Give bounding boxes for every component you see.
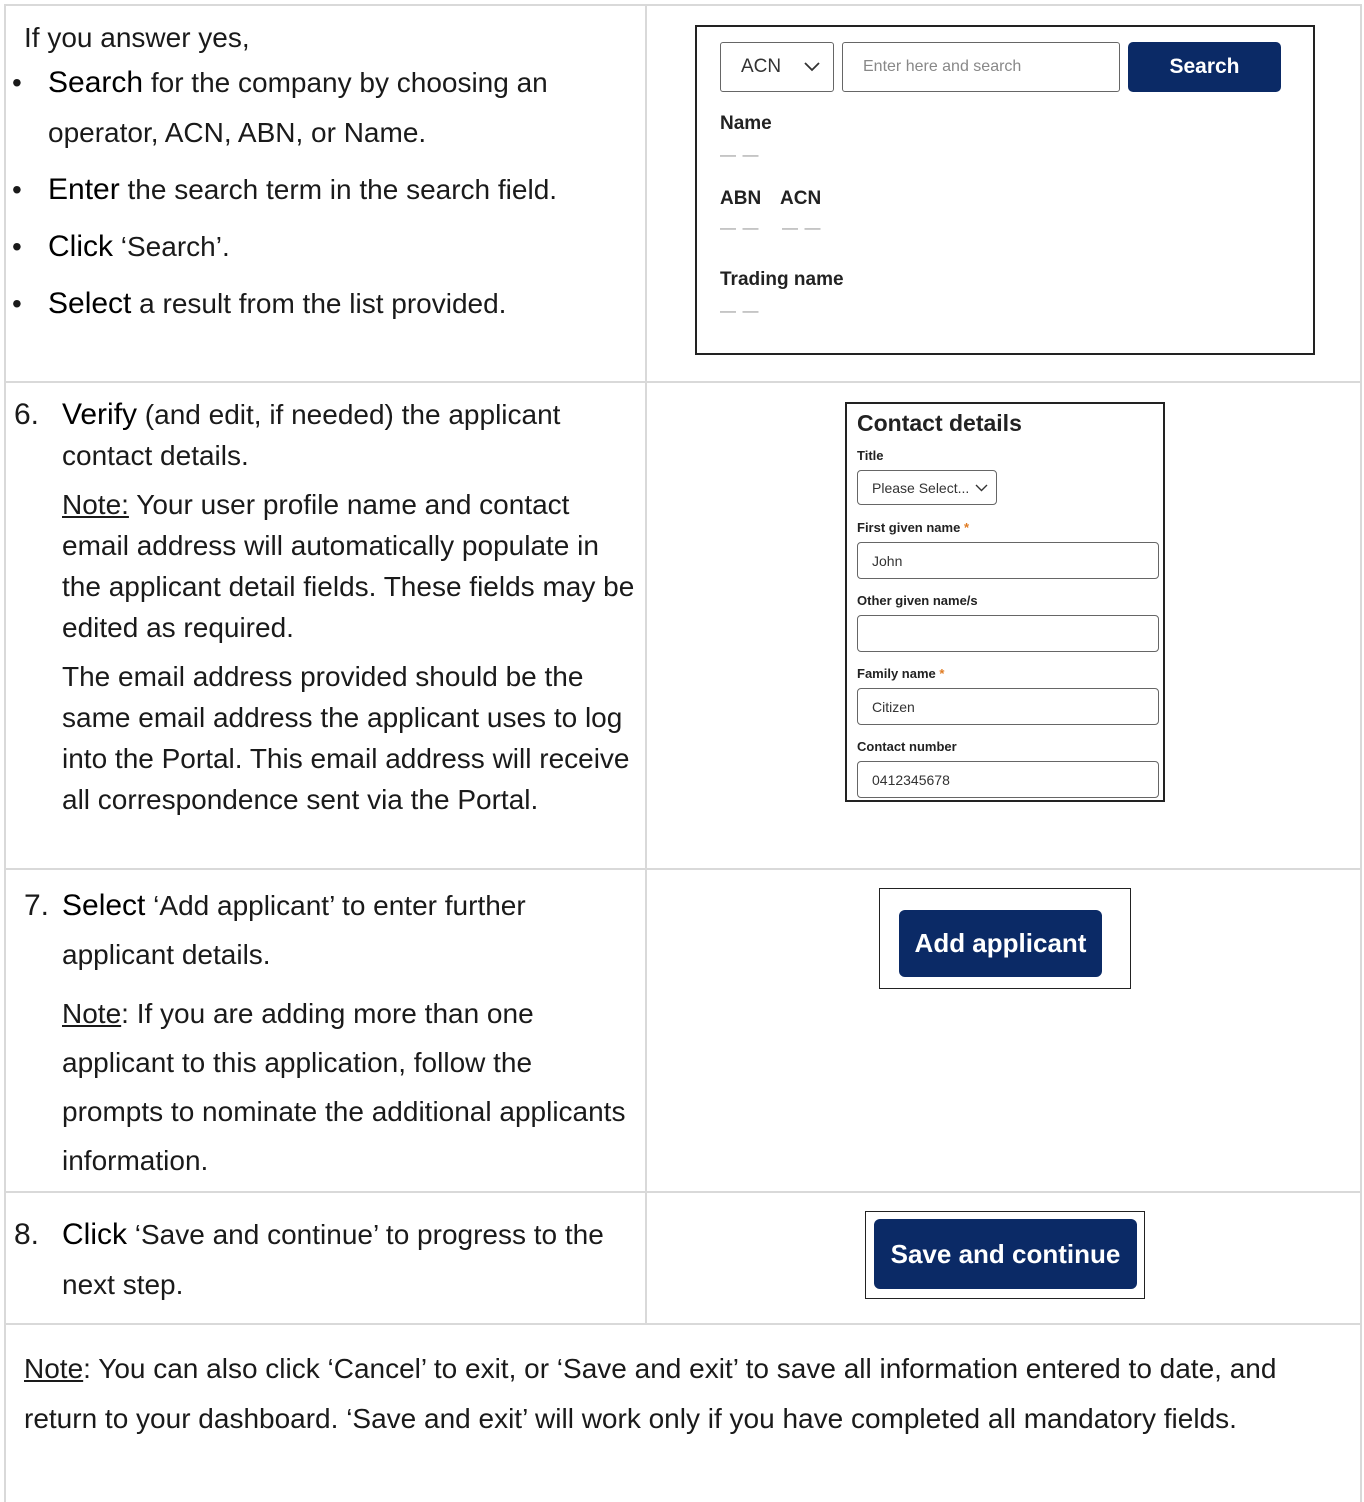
title-label: Title	[857, 448, 884, 463]
name-label: Name	[720, 113, 772, 134]
list-item: Select a result from the list provided.	[0, 279, 634, 329]
search-input[interactable]: Enter here and search	[842, 42, 1120, 92]
list-item: Search for the company by choosing an op…	[0, 58, 634, 158]
chevron-down-icon	[804, 62, 820, 72]
table-border-right	[1360, 4, 1362, 1502]
step6-main: Verify (and edit, if needed) the applica…	[62, 398, 561, 471]
search-button[interactable]: Search	[1128, 42, 1281, 92]
save-continue-mock: Save and continue	[865, 1211, 1145, 1299]
first-name-field[interactable]: John	[857, 542, 1159, 579]
row-divider	[4, 868, 1362, 870]
required-marker: *	[963, 520, 969, 535]
row-divider	[4, 1323, 1362, 1325]
step5-intro: If you answer yes,	[24, 22, 250, 53]
row-divider	[4, 1191, 1362, 1193]
table-border-top	[4, 4, 1362, 6]
step8-main: Click ‘Save and continue’ to progress to…	[62, 1218, 604, 1300]
list-item: Click ‘Search’.	[0, 222, 634, 272]
other-name-field[interactable]	[857, 615, 1159, 652]
row-divider	[4, 381, 1362, 383]
operator-select[interactable]: ACN	[720, 42, 834, 92]
contact-details-heading: Contact details	[857, 410, 1022, 436]
acn-label: ACN	[780, 188, 822, 209]
step7-instructions: 7. Select ‘Add applicant’ to enter furth…	[24, 881, 634, 1185]
step7-note: Note: If you are adding more than one ap…	[62, 998, 626, 1176]
column-divider	[645, 4, 647, 1324]
step5-instructions: If you answer yes, Search for the compan…	[12, 18, 634, 329]
trading-name-value: — —	[720, 303, 760, 320]
list-item: Enter the search term in the search fiel…	[0, 165, 634, 215]
save-and-continue-button[interactable]: Save and continue	[874, 1219, 1137, 1289]
footer-note: Note: You can also click ‘Cancel’ to exi…	[24, 1353, 1277, 1434]
other-name-label: Other given name/s	[857, 593, 978, 608]
step8-instructions: 8. Click ‘Save and continue’ to progress…	[14, 1210, 638, 1310]
step5-bullet-list: Search for the company by choosing an op…	[0, 58, 634, 329]
required-marker: *	[939, 666, 945, 681]
name-value: — —	[720, 147, 760, 164]
abn-value: — —	[720, 220, 760, 237]
company-search-mock: ACN Enter here and search Search Name — …	[695, 25, 1315, 355]
family-name-field[interactable]: Citizen	[857, 688, 1159, 725]
first-name-label: First given name *	[857, 520, 969, 535]
step-number: 7.	[24, 889, 50, 922]
step6-instructions: 6. Verify (and edit, if needed) the appl…	[14, 394, 638, 820]
family-name-label: Family name *	[857, 666, 945, 681]
step-number: 6.	[14, 398, 40, 431]
add-applicant-button[interactable]: Add applicant	[899, 910, 1102, 977]
step6-note: Note: Your user profile name and contact…	[62, 489, 635, 643]
title-select[interactable]: Please Select...	[857, 470, 997, 505]
chevron-down-icon	[975, 484, 988, 491]
trading-name-label: Trading name	[720, 269, 844, 290]
step6-para2: The email address provided should be the…	[62, 661, 630, 815]
acn-value: — —	[782, 220, 822, 237]
contact-details-mock: Contact details Title Please Select... F…	[845, 402, 1165, 802]
abn-label: ABN	[720, 188, 762, 209]
contact-number-field[interactable]: 0412345678	[857, 761, 1159, 798]
step-number: 8.	[14, 1218, 40, 1251]
contact-number-label: Contact number	[857, 739, 957, 754]
step7-main: Select ‘Add applicant’ to enter further …	[62, 889, 526, 970]
add-applicant-mock: Add applicant	[879, 888, 1131, 989]
